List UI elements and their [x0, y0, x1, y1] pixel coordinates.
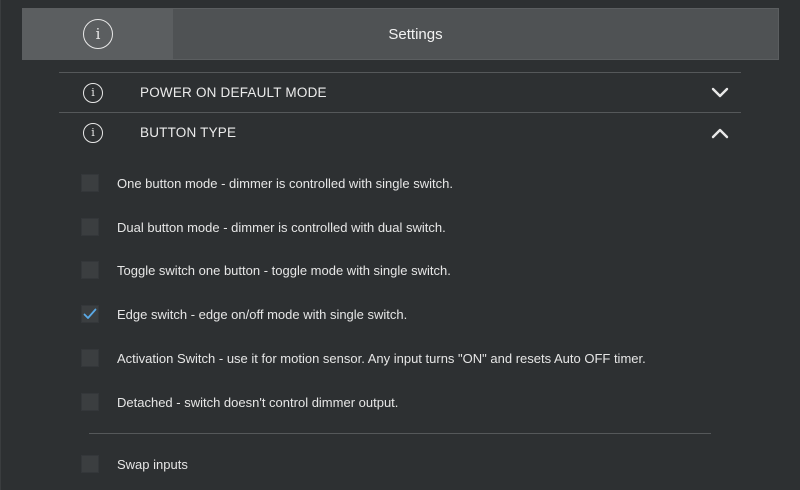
checkbox[interactable] [81, 174, 99, 192]
section-label: BUTTON TYPE [140, 125, 237, 140]
info-icon: i [83, 19, 113, 49]
settings-panel: i Settings i POWER ON DEFAULT MODE i BUT… [0, 0, 800, 490]
checkbox[interactable] [81, 455, 99, 473]
option-activation-switch[interactable]: Activation Switch - use it for motion se… [81, 348, 646, 368]
settings-header: i Settings [22, 8, 779, 60]
checkmark-icon [83, 308, 97, 319]
page-title: Settings [388, 25, 443, 43]
option-label: Detached - switch doesn't control dimmer… [117, 394, 399, 410]
checkbox[interactable] [81, 218, 99, 236]
info-icon[interactable]: i [83, 122, 103, 143]
section-label: POWER ON DEFAULT MODE [140, 85, 327, 100]
option-label: Swap inputs [117, 456, 188, 472]
checkbox[interactable] [81, 349, 99, 367]
checkbox-checked[interactable] [81, 305, 99, 323]
option-detached[interactable]: Detached - switch doesn't control dimmer… [81, 392, 398, 412]
option-label: Dual button mode - dimmer is controlled … [117, 219, 446, 235]
chevron-up-icon[interactable] [709, 122, 731, 144]
section-power-on-default-mode[interactable]: i POWER ON DEFAULT MODE [59, 72, 741, 112]
option-swap-inputs[interactable]: Swap inputs [81, 454, 188, 474]
option-label: Toggle switch one button - toggle mode w… [117, 262, 451, 278]
header-info-button[interactable]: i [23, 9, 173, 59]
option-label: Edge switch - edge on/off mode with sing… [117, 306, 408, 322]
checkbox[interactable] [81, 393, 99, 411]
option-one-button-mode[interactable]: One button mode - dimmer is controlled w… [81, 173, 453, 193]
option-label: One button mode - dimmer is controlled w… [117, 175, 453, 191]
option-edge-switch[interactable]: Edge switch - edge on/off mode with sing… [81, 304, 407, 324]
checkbox[interactable] [81, 261, 99, 279]
option-toggle-switch[interactable]: Toggle switch one button - toggle mode w… [81, 260, 451, 280]
option-dual-button-mode[interactable]: Dual button mode - dimmer is controlled … [81, 217, 446, 237]
option-label: Activation Switch - use it for motion se… [117, 350, 646, 366]
info-icon[interactable]: i [83, 82, 103, 103]
chevron-down-icon[interactable] [709, 82, 731, 104]
section-button-type[interactable]: i BUTTON TYPE [59, 112, 741, 152]
divider [89, 433, 711, 434]
